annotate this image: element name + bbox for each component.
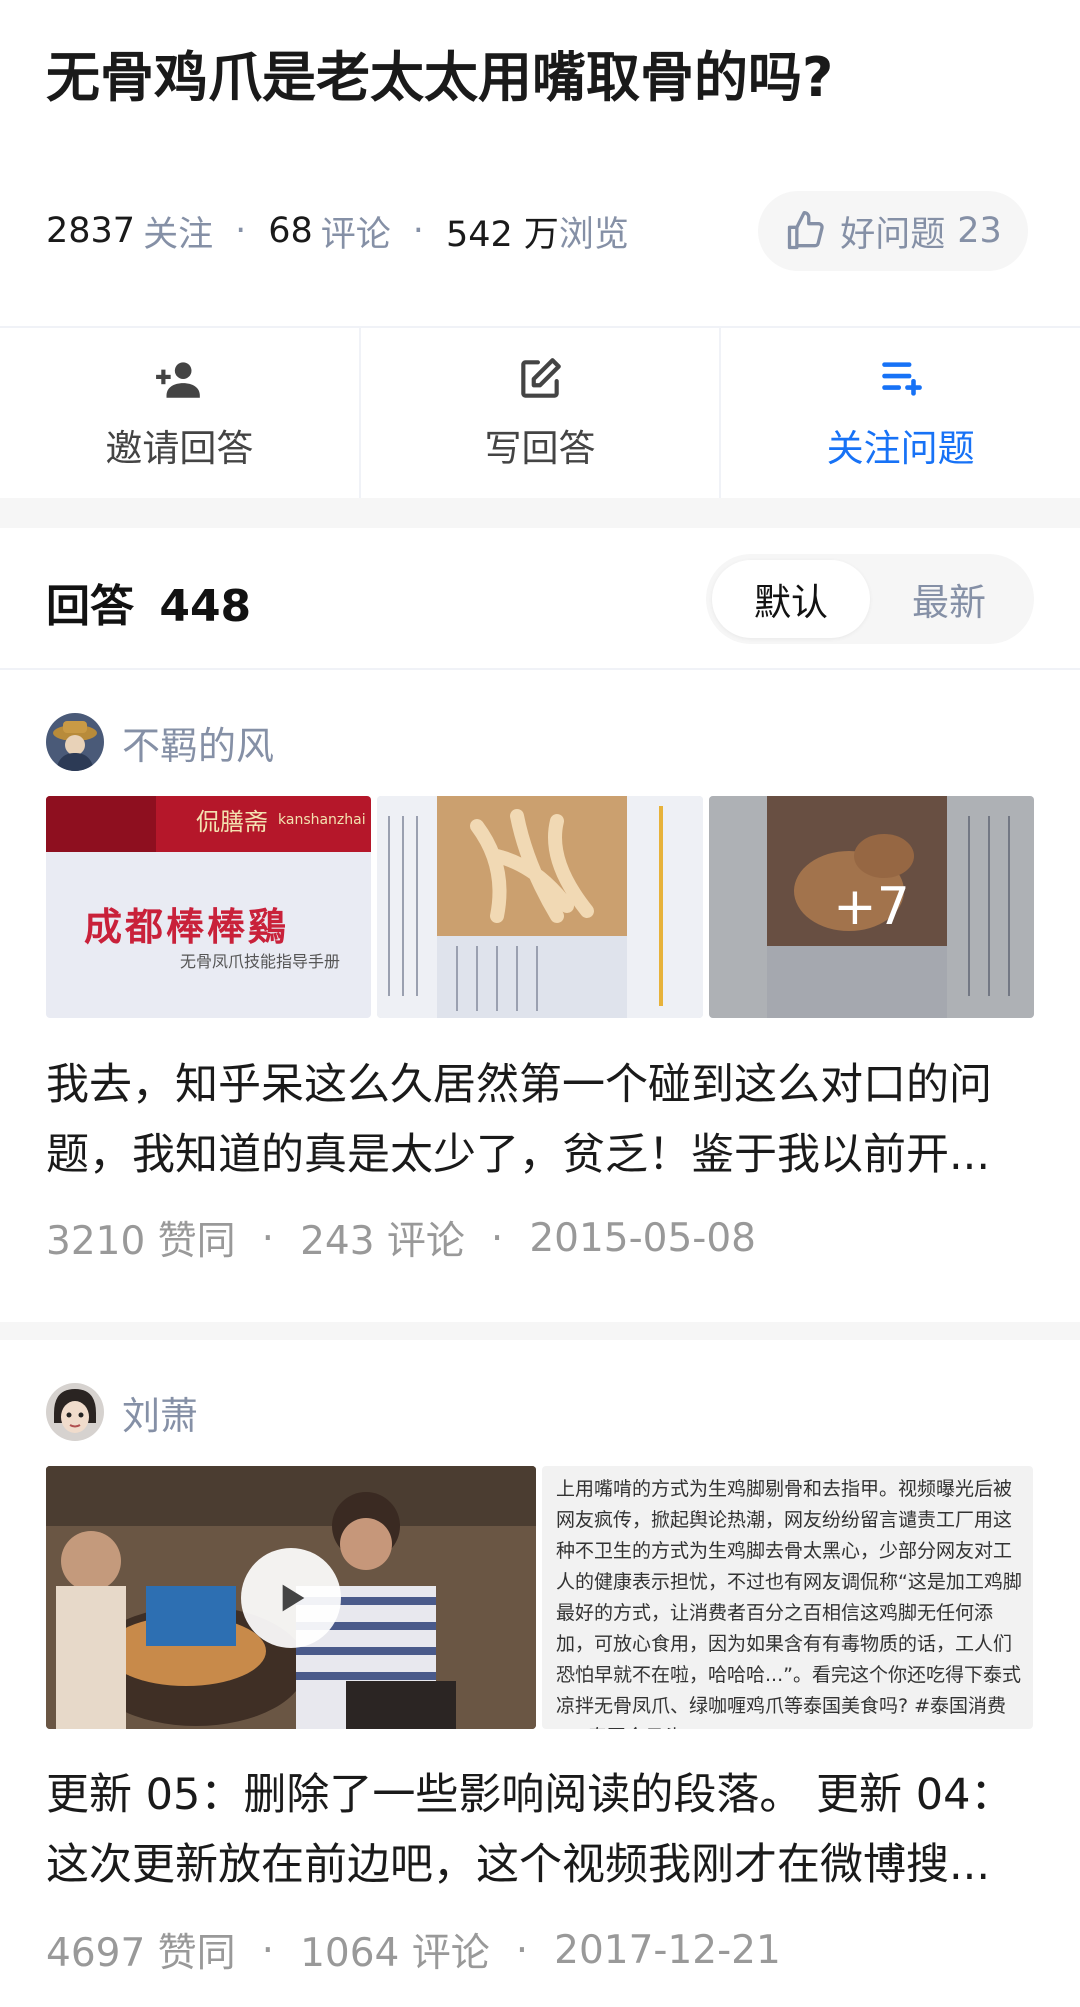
author-name[interactable]: 不羁的风 [122,715,274,770]
comments-count: 1064 评论 [300,1931,490,1976]
views-count: 542 万 [445,214,559,255]
book-title-text: 成都棒棒鷄 [84,904,290,949]
book-logo-text: 侃膳斋 [196,808,268,836]
good-question-count: 23 [957,211,1002,251]
add-person-icon [156,362,201,398]
play-icon [282,1584,305,1612]
answer-image[interactable]: 侃膳斋 kanshanzhai 成都棒棒鷄 无骨凤爪技能指导手册 [46,796,371,1018]
answer-stats: 4697 赞同 · 1064 评论 · 2017-12-21 [46,1922,781,1978]
answers-label: 回答 [46,581,134,632]
invite-answer-button[interactable]: 邀请回答 [0,328,359,498]
answer-image-more[interactable]: +7 [709,796,1034,1018]
followers-count: 2837 [46,211,136,251]
answer-excerpt[interactable]: 更新 05：删除了一些影响阅读的段落。 更新 04：这次更新放在前边吧，这个视频… [46,1760,1036,1900]
book-logo-en: kanshanzhai [278,812,366,828]
more-images-count: +7 [833,877,910,937]
screenshot-text: 上用嘴啃的方式为生鸡脚剔骨和去指甲。视频曝光后被网友疯传，掀起舆论热潮，网友纷纷… [556,1478,1022,1729]
answer-date: 2015-05-08 [529,1215,756,1261]
play-button[interactable] [241,1548,341,1648]
answer-author[interactable]: 刘萧 [46,1383,198,1441]
comments-count[interactable]: 68 [268,211,313,251]
text-screenshot-image[interactable]: 上用嘴啃的方式为生鸡脚剔骨和去指甲。视频曝光后被网友疯传，掀起舆论热潮，网友纷纷… [542,1466,1033,1729]
avatar[interactable] [46,713,104,771]
views-label: 浏览 [558,214,629,255]
sort-latest-option[interactable]: 最新 [870,560,1028,638]
answer-stats: 3210 赞同 · 243 评论 · 2015-05-08 [46,1210,756,1266]
video-thumbnail[interactable] [46,1466,536,1729]
write-answer-button[interactable]: 写回答 [358,328,720,498]
question-action-bar: 邀请回答 写回答 关注问题 [0,328,1080,498]
answers-header: 回答 448 默认 最新 [0,528,1080,670]
separator-dot: · [261,1927,275,1973]
section-gap [0,1322,1080,1340]
answer-images: 侃膳斋 kanshanzhai 成都棒棒鷄 无骨凤爪技能指导手册 +7 [46,796,1034,1018]
likes-count: 4697 赞同 [46,1931,236,1976]
follow-question-label: 关注问题 [826,427,975,470]
followers-label: 关注 [143,214,214,255]
answers-count: 448 [159,581,252,632]
good-question-button[interactable]: 好问题 23 [758,191,1028,271]
answer-excerpt[interactable]: 我去，知乎呆这么久居然第一个碰到这么对口的问题，我知道的真是太少了，贫乏！鉴于我… [46,1050,1036,1190]
likes-count: 3210 赞同 [46,1219,236,1264]
answer-date: 2017-12-21 [554,1927,781,1973]
separator-dot: · [261,1215,275,1261]
edit-icon [521,358,561,398]
invite-answer-label: 邀请回答 [105,427,254,470]
sort-default-option[interactable]: 默认 [712,560,870,638]
question-stats: 2837 关注 · 68 评论 · 542 万 浏览 [46,198,629,264]
good-question-label: 好问题 [840,214,946,255]
sort-toggle: 默认 最新 [706,554,1034,644]
write-answer-label: 写回答 [484,427,596,470]
separator-dot: · [515,1927,529,1973]
avatar[interactable] [46,1383,104,1441]
book-subtitle-text: 无骨凤爪技能指导手册 [180,952,341,971]
separator-dot: · [412,211,424,251]
follow-question-button[interactable]: 关注问题 [719,328,1080,498]
answer-media: 上用嘴啃的方式为生鸡脚剔骨和去指甲。视频曝光后被网友疯传，掀起舆论热潮，网友纷纷… [46,1466,1033,1729]
author-name[interactable]: 刘萧 [122,1385,198,1440]
comments-count: 243 评论 [300,1219,465,1264]
question-title: 无骨鸡爪是老太太用嘴取骨的吗? [46,46,834,109]
answers-title: 回答 448 [46,570,251,634]
separator-dot: · [490,1215,504,1261]
answer-author[interactable]: 不羁的风 [46,713,274,771]
separator-dot: · [235,211,247,251]
thumbs-up-icon [788,211,824,250]
comments-label[interactable]: 评论 [321,206,391,257]
playlist-add-icon [881,362,922,396]
section-gap [0,498,1080,528]
answer-image[interactable] [377,796,703,1018]
